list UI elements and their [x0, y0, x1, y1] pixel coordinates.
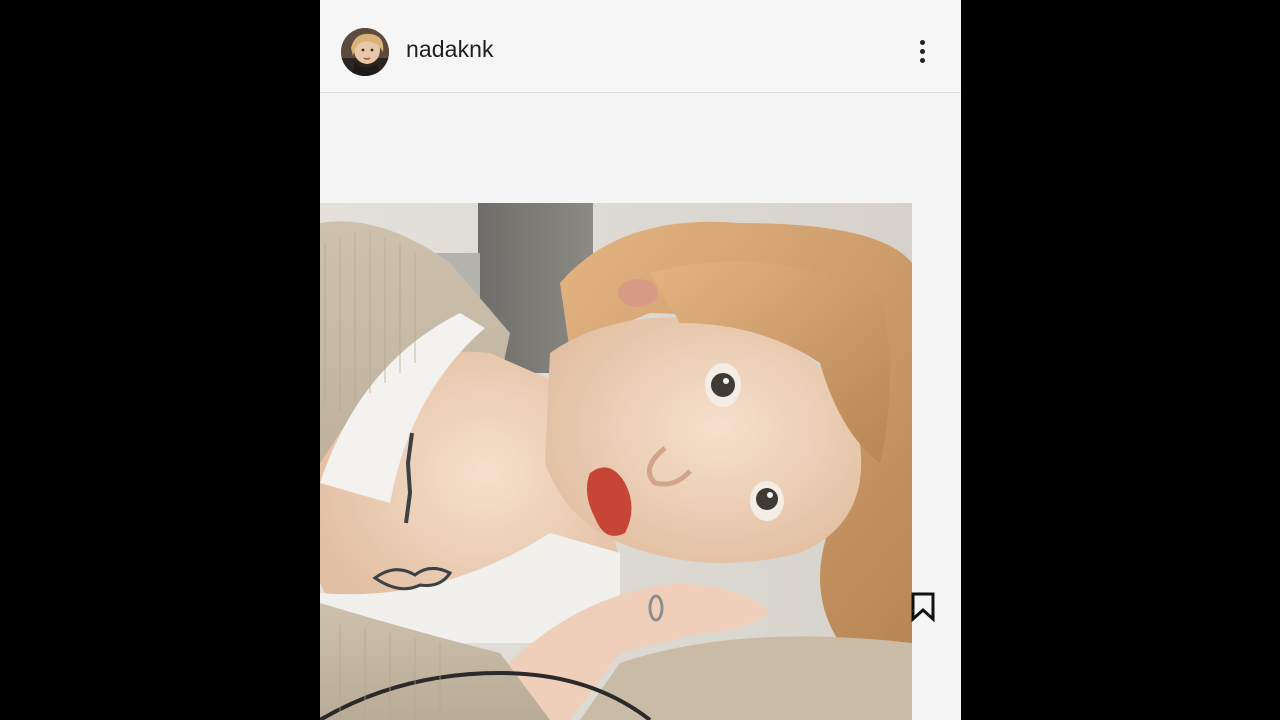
- avatar[interactable]: [341, 28, 389, 76]
- avatar-image: [341, 28, 389, 76]
- post-header: nadaknk: [320, 0, 961, 93]
- selfie-image: [320, 203, 912, 720]
- username[interactable]: nadaknk: [406, 36, 494, 63]
- bookmark-icon-shape: [911, 592, 935, 623]
- bookmark-icon[interactable]: [910, 592, 936, 623]
- post-photo[interactable]: [320, 203, 912, 720]
- instagram-post-screen: nadaknk: [320, 0, 961, 720]
- more-options-icon[interactable]: [910, 36, 936, 68]
- video-frame: nadaknk: [0, 0, 1280, 720]
